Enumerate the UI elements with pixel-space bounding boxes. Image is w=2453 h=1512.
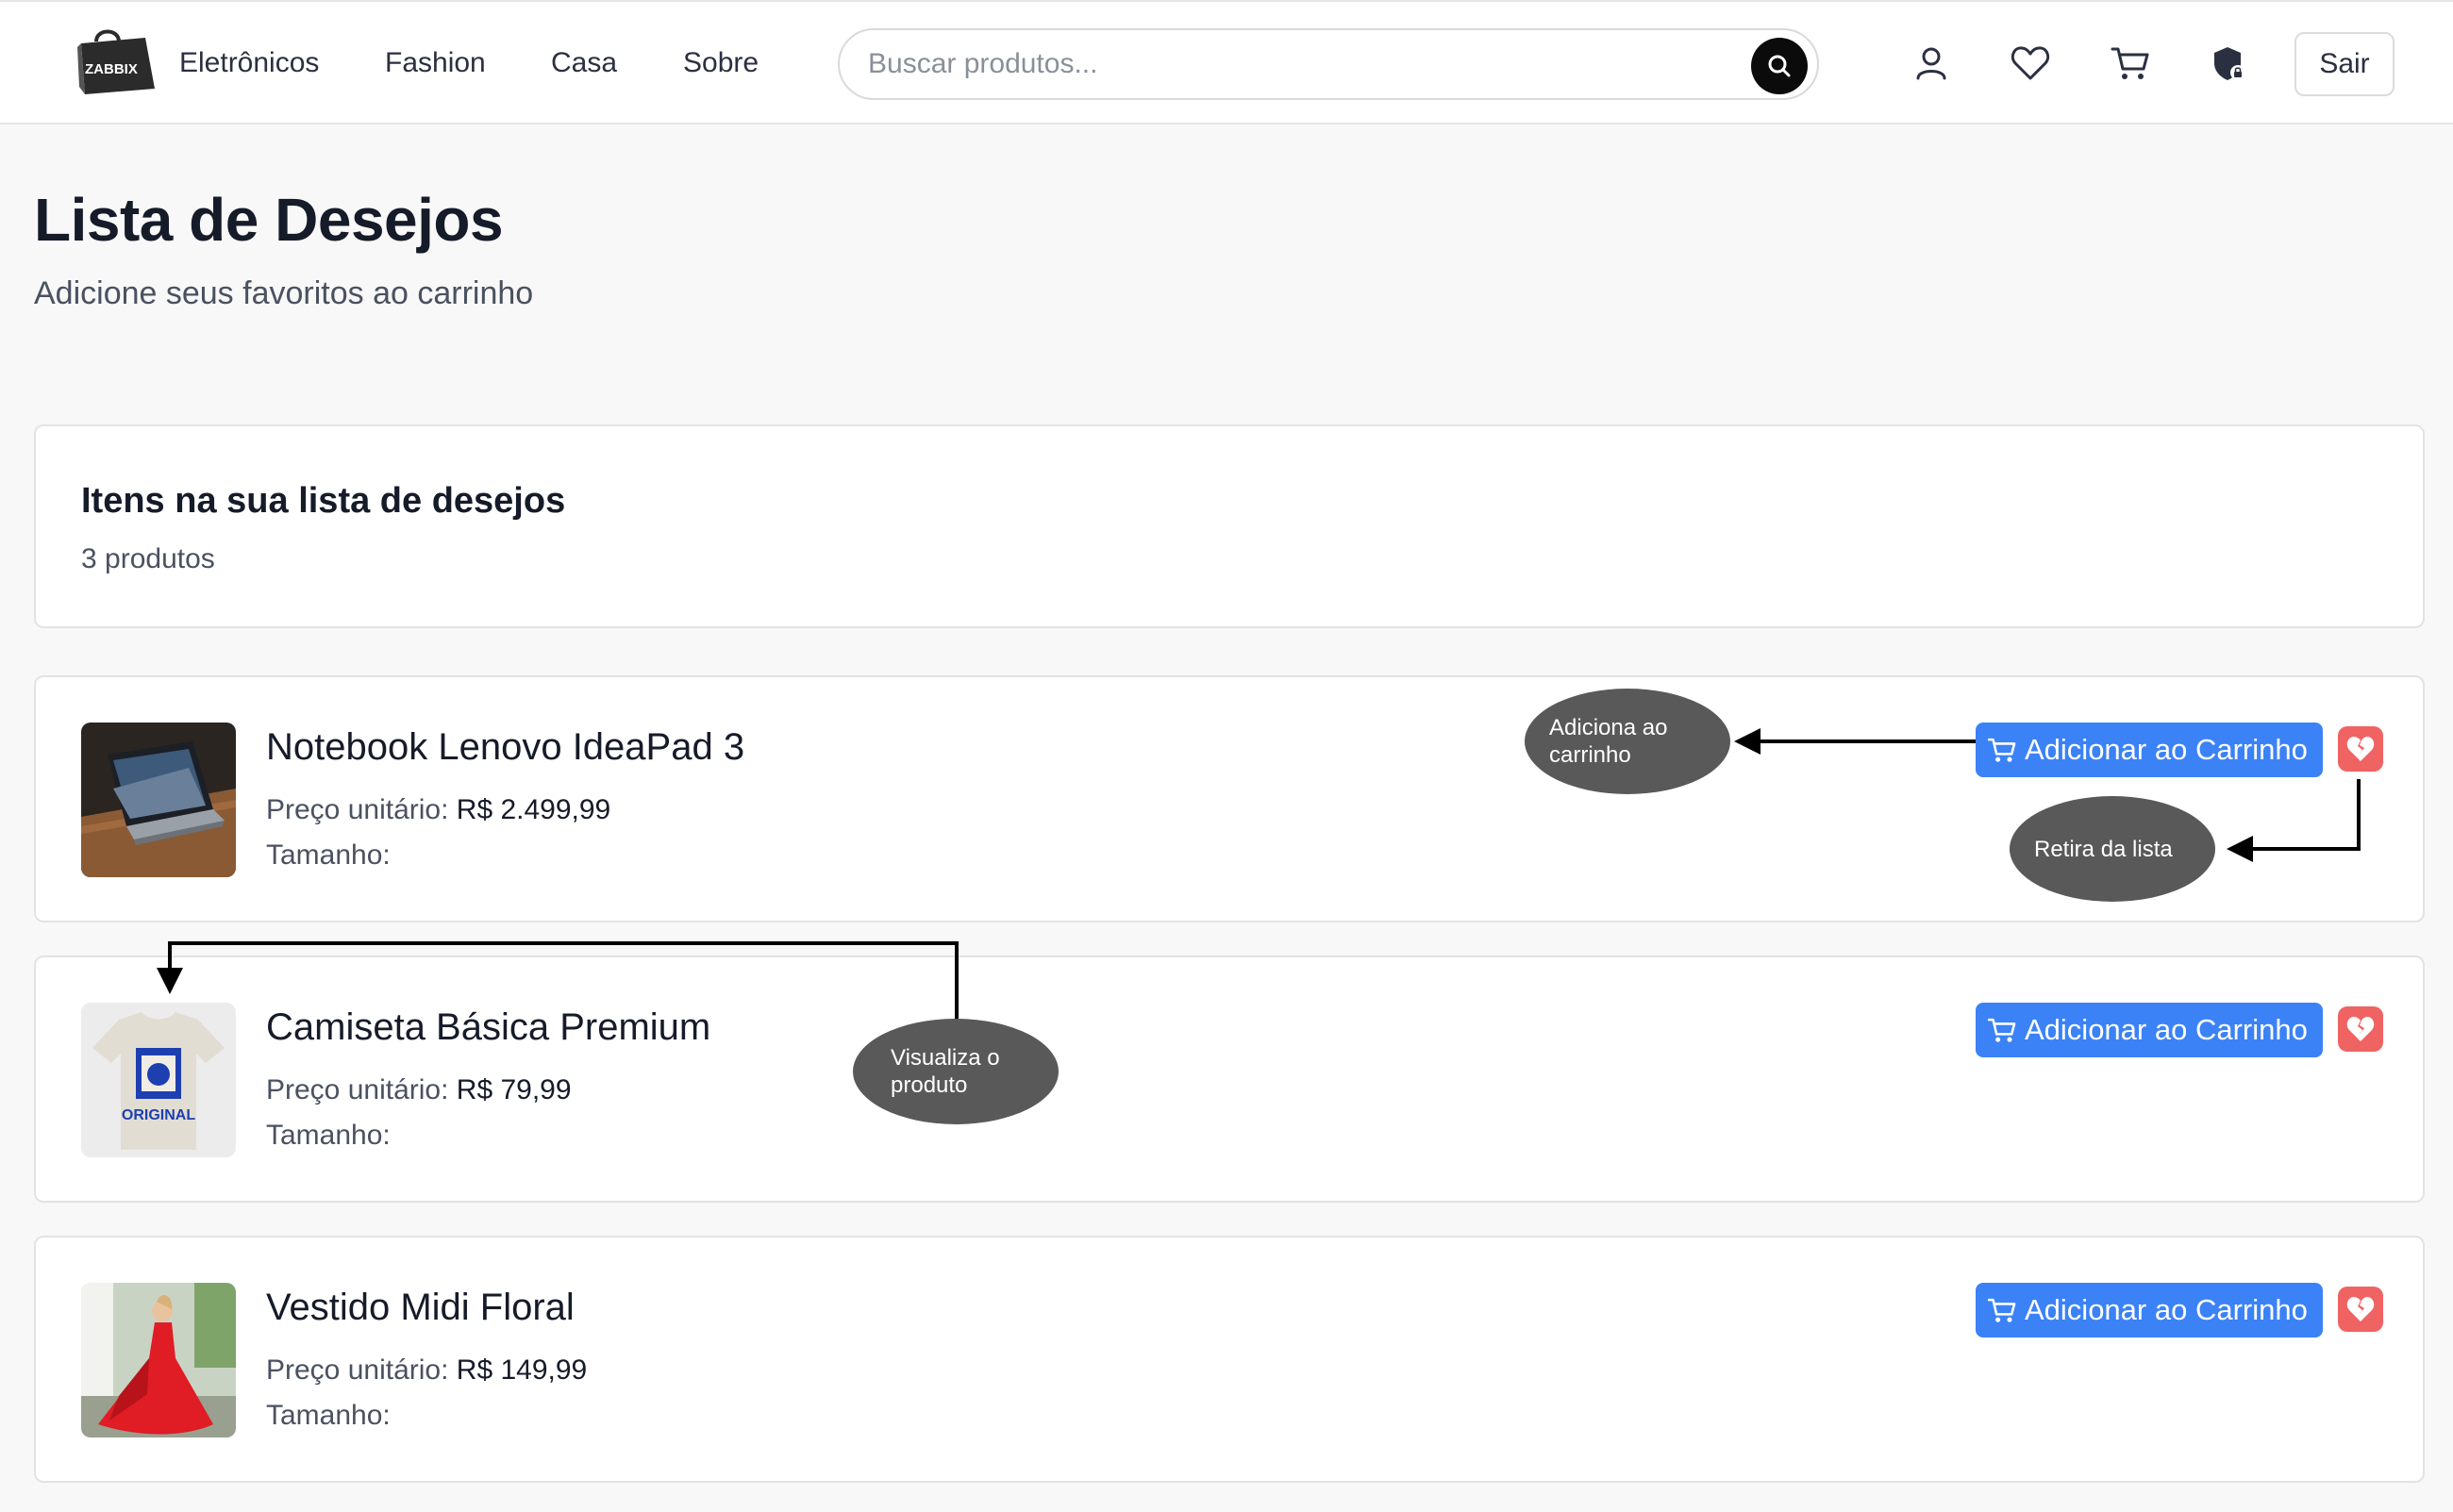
product-image-tshirt[interactable]: ORIGINAL (81, 1003, 236, 1157)
svg-text:ORIGINAL: ORIGINAL (122, 1107, 195, 1123)
product-price: Preço unitário: R$ 2.499,99 (266, 794, 610, 826)
page-title: Lista de Desejos (34, 186, 504, 254)
nav-sobre[interactable]: Sobre (683, 47, 759, 79)
nav-eletronicos[interactable]: Eletrônicos (179, 47, 319, 79)
broken-heart-icon (2346, 737, 2375, 761)
annotation-text: carrinho (1549, 742, 1631, 768)
product-name[interactable]: Vestido Midi Floral (266, 1287, 575, 1329)
remove-from-wishlist-button[interactable] (2338, 1006, 2383, 1052)
add-to-cart-label: Adicionar ao Carrinho (2025, 1293, 2308, 1326)
wishlist-summary-card: Itens na sua lista de desejos 3 produtos (34, 424, 2425, 628)
search-input[interactable] (868, 43, 1717, 85)
add-to-cart-button[interactable]: Adicionar ao Carrinho (1976, 723, 2323, 777)
store-logo[interactable]: ZABBIX (75, 26, 157, 96)
summary-title: Itens na sua lista de desejos (81, 481, 566, 521)
cart-icon (1987, 736, 2017, 764)
annotation-add-to-cart: Adiciona ao carrinho (1525, 689, 1730, 794)
cart-icon (2111, 47, 2149, 79)
price-value: R$ 2.499,99 (456, 794, 611, 825)
wishlist-button[interactable] (2007, 40, 2054, 87)
summary-count: 3 produtos (81, 543, 215, 574)
annotation-view-product: Visualiza o produto (853, 1019, 1059, 1124)
product-size: Tamanho: (266, 1120, 391, 1151)
top-navbar: ZABBIX Eletrônicos Fashion Casa Sobre Bu… (0, 0, 2453, 125)
wishlist-page: ZABBIX Eletrônicos Fashion Casa Sobre Bu… (0, 0, 2453, 1512)
product-name[interactable]: Camiseta Básica Premium (266, 1006, 710, 1049)
annotation-text: Adiciona ao (1549, 715, 1668, 740)
broken-heart-icon (2346, 1017, 2375, 1041)
product-name[interactable]: Notebook Lenovo IdeaPad 3 (266, 726, 744, 769)
price-label: Preço unitário: (266, 794, 449, 825)
price-value: R$ 149,99 (456, 1354, 588, 1386)
remove-from-wishlist-button[interactable] (2338, 1287, 2383, 1332)
cart-icon (1987, 1016, 2017, 1044)
admin-button[interactable] (2206, 40, 2253, 87)
cart-button[interactable] (2107, 40, 2154, 87)
price-value: R$ 79,99 (456, 1074, 572, 1105)
product-image-notebook[interactable] (81, 723, 236, 877)
broken-heart-icon (2346, 1297, 2375, 1321)
nav-casa[interactable]: Casa (551, 47, 617, 79)
price-label: Preço unitário: (266, 1074, 449, 1105)
annotation-text: Visualiza o (891, 1045, 1000, 1071)
product-size: Tamanho: (266, 1400, 391, 1431)
annotation-remove: Retira da lista (2010, 796, 2215, 902)
add-to-cart-label: Adicionar ao Carrinho (2025, 733, 2308, 766)
search-icon (1768, 55, 1791, 77)
logo-text: ZABBIX (85, 61, 138, 77)
cart-icon (1987, 1296, 2017, 1324)
annotation-text: produto (891, 1072, 968, 1098)
product-price: Preço unitário: R$ 79,99 (266, 1074, 572, 1106)
product-price: Preço unitário: R$ 149,99 (266, 1354, 587, 1387)
logout-button[interactable]: Sair (2294, 32, 2395, 96)
shield-lock-icon (2214, 47, 2245, 80)
product-size: Tamanho: (266, 839, 391, 871)
price-label: Preço unitário: (266, 1354, 449, 1386)
page-subtitle: Adicione seus favoritos ao carrinho (34, 275, 534, 311)
add-to-cart-button[interactable]: Adicionar ao Carrinho (1976, 1003, 2323, 1057)
add-to-cart-button[interactable]: Adicionar ao Carrinho (1976, 1283, 2323, 1338)
remove-from-wishlist-button[interactable] (2338, 726, 2383, 772)
search-button[interactable] (1751, 38, 1808, 94)
user-icon (1916, 47, 1946, 80)
wishlist-item: Vestido Midi Floral Preço unitário: R$ 1… (34, 1236, 2425, 1483)
heart-icon (2011, 46, 2050, 80)
wishlist-item: ORIGINAL Camiseta Básica Premium Preço u… (34, 955, 2425, 1203)
add-to-cart-label: Adicionar ao Carrinho (2025, 1013, 2308, 1046)
nav-fashion[interactable]: Fashion (385, 47, 486, 79)
search-bar (838, 28, 1819, 100)
annotation-text: Retira da lista (2034, 836, 2173, 862)
account-button[interactable] (1908, 40, 1955, 87)
product-image-dress[interactable] (81, 1283, 236, 1437)
